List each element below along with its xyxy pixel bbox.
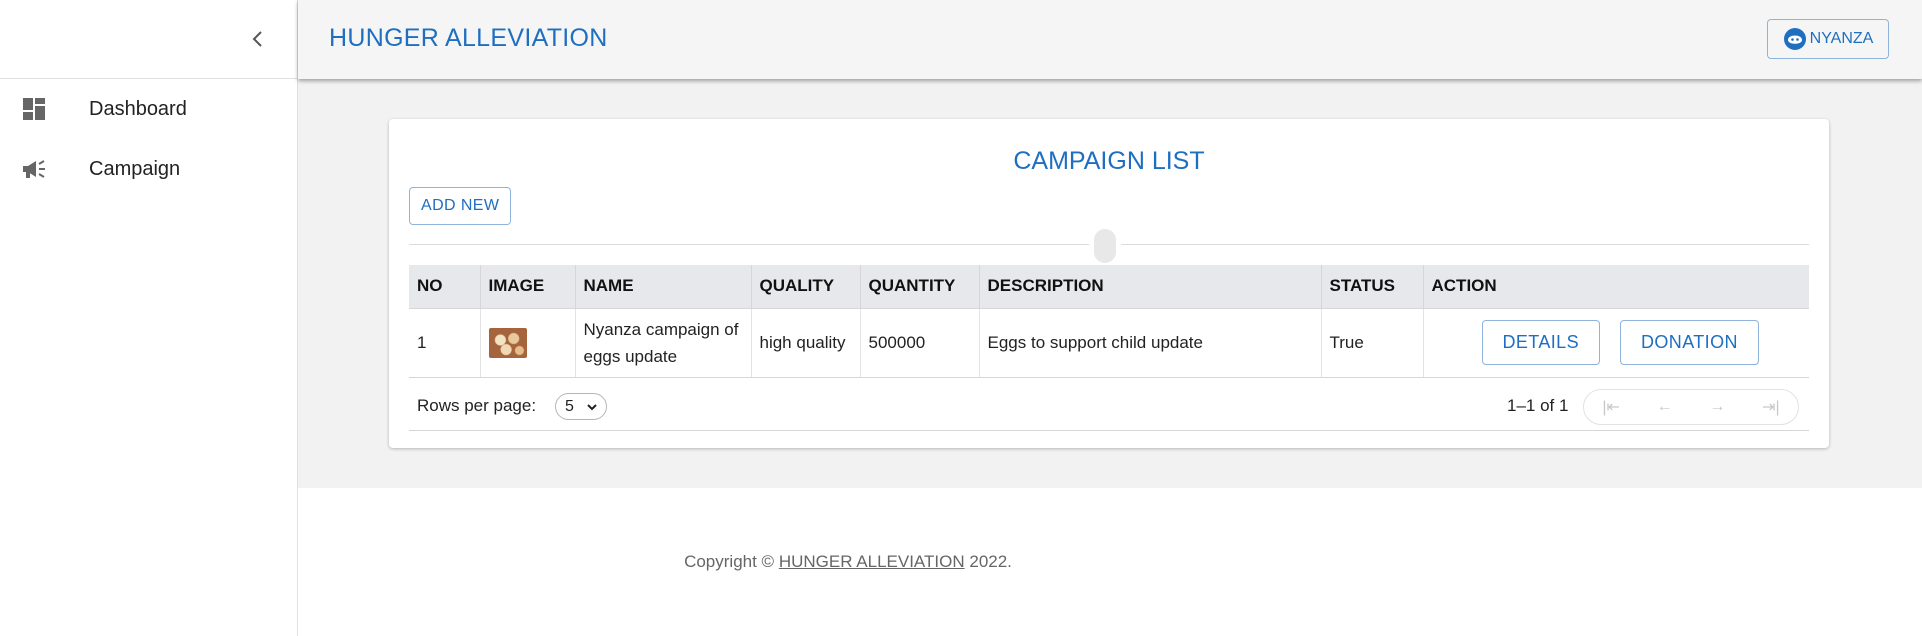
sidebar-item-dashboard[interactable]: Dashboard <box>0 79 297 139</box>
next-page-icon[interactable]: → <box>1709 398 1725 416</box>
column-header-no: NO <box>409 265 481 309</box>
user-menu-button[interactable]: NYANZA <box>1767 19 1889 59</box>
footer-link[interactable]: HUNGER ALLEVIATION <box>779 552 965 571</box>
campaign-table: NO IMAGE NAME QUALITY QUANTITY DESCRIPTI… <box>409 265 1809 378</box>
pagination-range: 1–1 of 1 <box>1507 396 1569 415</box>
column-header-quality: QUALITY <box>751 265 861 309</box>
cell-name: Nyanza campaign of eggs update <box>575 308 752 378</box>
chevron-left-icon <box>252 31 262 47</box>
table-header-row: NO IMAGE NAME QUALITY QUANTITY DESCRIPTI… <box>409 265 1809 309</box>
column-header-quantity: QUANTITY <box>860 265 980 309</box>
avatar-icon <box>1783 28 1806 50</box>
sidebar: Dashboard Campaign <box>0 0 298 636</box>
cell-quality: high quality <box>751 308 861 378</box>
chevron-down-icon <box>587 404 597 411</box>
copyright-text: Copyright © HUNGER ALLEVIATION 2022. <box>298 552 1398 572</box>
campaign-icon <box>20 155 48 183</box>
column-header-action: ACTION <box>1423 265 1809 309</box>
cell-quantity: 500000 <box>860 308 980 378</box>
sidebar-header <box>0 0 297 79</box>
sidebar-item-campaign[interactable]: Campaign <box>0 139 297 199</box>
rows-per-page-select[interactable]: 5 <box>555 393 607 420</box>
add-new-button[interactable]: ADD NEW <box>409 187 512 225</box>
campaign-list-card: CAMPAIGN LIST ADD NEW NO IMAGE NAME QUAL… <box>389 119 1829 448</box>
cell-no: 1 <box>409 308 481 378</box>
first-page-icon[interactable]: |⇤ <box>1602 397 1620 417</box>
column-header-image: IMAGE <box>480 265 576 309</box>
table-row: 1 Nyanza campaign of eggs update high qu… <box>409 308 1809 378</box>
table-pagination: Rows per page: 5 1–1 of 1 |⇤ ← → ⇥| <box>409 381 1809 431</box>
cell-status: True <box>1321 308 1424 378</box>
copyright-prefix: Copyright © <box>684 552 775 571</box>
app-title: HUNGER ALLEVIATION <box>329 24 608 52</box>
sidebar-nav: Dashboard Campaign <box>0 79 297 199</box>
last-page-icon[interactable]: ⇥| <box>1762 397 1780 417</box>
dashboard-icon <box>20 95 48 123</box>
previous-page-icon[interactable]: ← <box>1657 398 1673 416</box>
column-header-status: STATUS <box>1321 265 1424 309</box>
column-header-description: DESCRIPTION <box>979 265 1322 309</box>
page-title: CAMPAIGN LIST <box>1013 147 1205 175</box>
cell-action: DETAILS DONATION <box>1423 308 1809 378</box>
app-header: HUNGER ALLEVIATION NYANZA <box>298 0 1922 79</box>
sidebar-item-label: Dashboard <box>89 97 187 120</box>
footer: Copyright © HUNGER ALLEVIATION 2022. <box>298 488 1922 636</box>
column-header-name: NAME <box>575 265 752 309</box>
rows-per-page-value: 5 <box>565 397 574 415</box>
donation-button[interactable]: DONATION <box>1620 320 1759 365</box>
details-button[interactable]: DETAILS <box>1481 320 1600 365</box>
main-content: CAMPAIGN LIST ADD NEW NO IMAGE NAME QUAL… <box>298 79 1922 488</box>
cell-description: Eggs to support child update <box>979 308 1322 378</box>
cell-image <box>480 308 576 378</box>
pagination-controls: |⇤ ← → ⇥| <box>1583 389 1799 425</box>
divider-handle <box>1091 226 1119 266</box>
collapse-sidebar-button[interactable] <box>243 24 273 54</box>
rows-per-page-label: Rows per page: <box>417 396 537 415</box>
campaign-thumbnail[interactable] <box>488 327 527 358</box>
sidebar-item-label: Campaign <box>89 157 181 180</box>
copyright-year: 2022. <box>969 552 1012 571</box>
user-name: NYANZA <box>1809 30 1874 47</box>
